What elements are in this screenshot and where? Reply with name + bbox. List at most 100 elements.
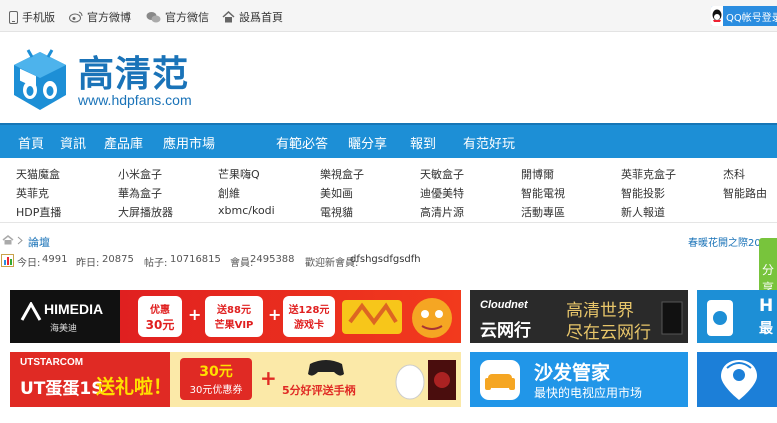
category-link[interactable]: 天猫魔盒	[16, 166, 60, 182]
cloudnet-brand-cn: 云网行	[480, 321, 531, 341]
review-offer: 5分好评送手柄	[282, 384, 356, 397]
yesterday-label: 昨日:	[76, 258, 100, 269]
category-link[interactable]: 新人報道	[621, 204, 665, 220]
nav-item-app-market[interactable]: 應用市場	[163, 133, 215, 152]
weibo-link[interactable]: 官方微博	[69, 9, 131, 25]
category-link[interactable]: 英菲克	[16, 185, 49, 201]
utstarcom-gift: 送礼啦！	[96, 376, 173, 398]
nav-item-home[interactable]: 首頁	[18, 133, 44, 152]
category-link[interactable]: 迪優美特	[420, 185, 464, 201]
wechat-link[interactable]: 官方微信	[146, 9, 209, 25]
game-character-icon	[342, 298, 452, 338]
top-bar: 手机版 官方微博 官方微信 設爲首頁 QQ帐号登录	[0, 0, 777, 32]
coupon-amount: 30元	[199, 364, 233, 380]
wechat-link-label: 官方微信	[165, 11, 209, 24]
mobile-link[interactable]: 手机版	[9, 9, 55, 25]
plus-sign: +	[260, 366, 277, 390]
category-link[interactable]: 杰科	[723, 166, 745, 182]
today-label: 今日:	[17, 258, 41, 269]
posts-label: 帖子:	[144, 258, 168, 269]
nav-item-qa[interactable]: 有範必答	[276, 133, 328, 152]
breadcrumb: 論壇 春暖花開之際2016春	[0, 230, 777, 250]
category-link[interactable]: 電視貓	[320, 204, 353, 220]
coupon-badge: 30元 30元优惠券	[180, 358, 252, 400]
share-label-1: 分	[761, 263, 774, 277]
forum-stats: 今日: 4991 昨日: 20875 帖子: 10716815 會員: 2495…	[0, 252, 777, 270]
right-banner-1[interactable]: H 最	[697, 290, 777, 343]
weibo-link-label: 官方微博	[87, 11, 131, 24]
sofa-subtitle: 最快的电视应用市场	[534, 386, 643, 400]
right-banner-2[interactable]	[697, 352, 777, 407]
newest-member-link[interactable]: dfshgsdfgsdfh	[350, 254, 421, 265]
gamepad-icon	[308, 360, 344, 376]
set-homepage-label: 設爲首頁	[239, 11, 283, 24]
logo-icon[interactable]	[10, 48, 70, 114]
category-link[interactable]: 智能投影	[621, 185, 665, 201]
offer-vip-badge: 送88元 芒果VIP	[205, 296, 263, 337]
weibo-icon	[69, 11, 83, 23]
category-link[interactable]: 智能電視	[521, 185, 565, 201]
nav-item-checkin[interactable]: 報到	[410, 133, 436, 152]
cloudnet-line2: 尽在云网行	[566, 323, 651, 343]
category-link[interactable]: 小米盒子	[118, 166, 162, 182]
category-link[interactable]: 大屏播放器	[118, 204, 173, 220]
chart-icon	[1, 254, 14, 267]
main-nav: 首頁 資訊 產品庫 應用市場 有範必答 曬分享 報到 有范好玩	[0, 123, 777, 158]
category-link[interactable]: 高清片源	[420, 204, 464, 220]
himedia-banner[interactable]: HIMEDIA 海美迪 优惠 30元 + 送88元 芒果VIP + 送128元 …	[10, 290, 461, 343]
plus-sign: +	[268, 305, 282, 324]
category-link[interactable]: 開博爾	[521, 166, 554, 182]
utstarcom-banner[interactable]: UTSTARCOM UT蛋蛋1S 送礼啦！ 30元 30元优惠券 + 5分好评送…	[10, 352, 461, 407]
plus-sign: +	[188, 305, 202, 324]
category-link[interactable]: 美如画	[320, 185, 353, 201]
members-count: 2495388	[250, 254, 295, 265]
himedia-logo-icon	[20, 302, 42, 321]
nav-item-news[interactable]: 資訊	[60, 133, 86, 152]
utstarcom-brand: UTSTARCOM	[20, 357, 84, 368]
utstarcom-title: UT蛋蛋1S	[20, 379, 104, 399]
mobile-link-label: 手机版	[22, 11, 55, 24]
category-link[interactable]: 芒果嗨Q	[218, 166, 260, 182]
offer-vip-line2: 芒果VIP	[214, 320, 254, 331]
cloudnet-brand: Cloudnet	[480, 299, 528, 311]
yesterday-count: 20875	[102, 254, 134, 265]
posts-count: 10716815	[170, 254, 221, 265]
phone-icon	[707, 300, 733, 336]
category-links: 天猫魔盒 小米盒子 芒果嗨Q 樂視盒子 天敏盒子 開博爾 英菲克盒子 杰科 英菲…	[0, 158, 777, 223]
set-top-box-icon	[661, 301, 683, 335]
sofa-banner[interactable]: 沙发管家 最快的电视应用市场	[470, 352, 688, 407]
offer-game-line1: 送128元	[288, 305, 330, 316]
qq-login-label: QQ帐号登录	[726, 12, 777, 24]
today-count: 4991	[42, 254, 68, 265]
offer-vip-line1: 送88元	[217, 305, 251, 316]
category-link[interactable]: xbmc/kodi	[218, 204, 275, 217]
cloudnet-banner[interactable]: Cloudnet 云网行 高清世界 尽在云网行	[470, 290, 688, 343]
nav-item-share[interactable]: 曬分享	[348, 133, 387, 152]
mobile-icon	[9, 10, 18, 24]
set-homepage-link[interactable]: 設爲首頁	[222, 9, 283, 25]
category-link[interactable]: 智能路由	[723, 185, 767, 201]
wechat-icon	[146, 12, 161, 23]
category-link[interactable]: 創維	[218, 185, 240, 201]
nav-item-fun[interactable]: 有范好玩	[463, 133, 515, 152]
offer-discount-line1: 优惠	[150, 305, 170, 316]
offer-discount-line2: 30元	[145, 318, 175, 332]
category-link[interactable]: 英菲克盒子	[621, 166, 676, 182]
category-link[interactable]: 華為盒子	[118, 185, 162, 201]
category-link[interactable]: HDP直播	[16, 204, 61, 220]
logo-url[interactable]: www.hdpfans.com	[78, 92, 192, 108]
offer-discount-badge: 优惠 30元	[138, 296, 182, 337]
qq-login-button[interactable]: QQ帐号登录	[711, 6, 777, 26]
category-link[interactable]: 天敏盒子	[420, 166, 464, 182]
qq-icon	[711, 6, 723, 26]
breadcrumb-current[interactable]: 論壇	[28, 234, 50, 250]
nav-item-products[interactable]: 產品庫	[104, 133, 143, 152]
logo-title[interactable]: 高清范	[78, 56, 189, 94]
category-link[interactable]: 樂視盒子	[320, 166, 364, 182]
right-banner-1-text: H	[759, 296, 774, 316]
offer-game-badge: 送128元 游戏卡	[283, 296, 335, 337]
category-link[interactable]: 活動專區	[521, 204, 565, 220]
home-icon[interactable]	[2, 235, 14, 245]
himedia-brand: HIMEDIA	[44, 301, 104, 317]
offer-game-line2: 游戏卡	[294, 320, 324, 331]
